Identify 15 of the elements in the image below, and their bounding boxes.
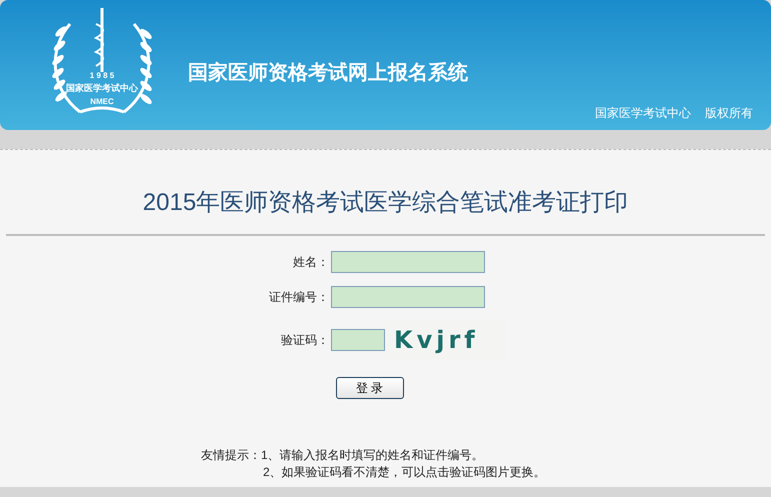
field-label: 验证码： (280, 332, 330, 349)
logo-abbr: NMEC (90, 98, 114, 106)
tip-text: 2、如果验证码看不清楚，可以点击验证码图片更换。 (263, 464, 546, 481)
input-field[interactable] (331, 251, 485, 273)
field-label: 证件编号： (268, 289, 330, 306)
logo-year: 1 9 8 5 (90, 72, 114, 80)
logo-org: 国家医学考试中心 (66, 84, 138, 93)
tips-label: 友情提示： (201, 447, 261, 464)
field-label: 姓名： (292, 254, 330, 271)
input-field[interactable] (331, 286, 485, 308)
login-button[interactable]: 登 录 (336, 377, 404, 399)
system-title: 国家医师资格考试网上报名系统 (188, 60, 468, 86)
tip-text: 1、请输入报名时填写的姓名和证件编号。 (261, 447, 485, 464)
captcha-input[interactable] (331, 329, 385, 351)
page-title: 2015年医师资格考试医学综合笔试准考证打印 (142, 188, 630, 218)
